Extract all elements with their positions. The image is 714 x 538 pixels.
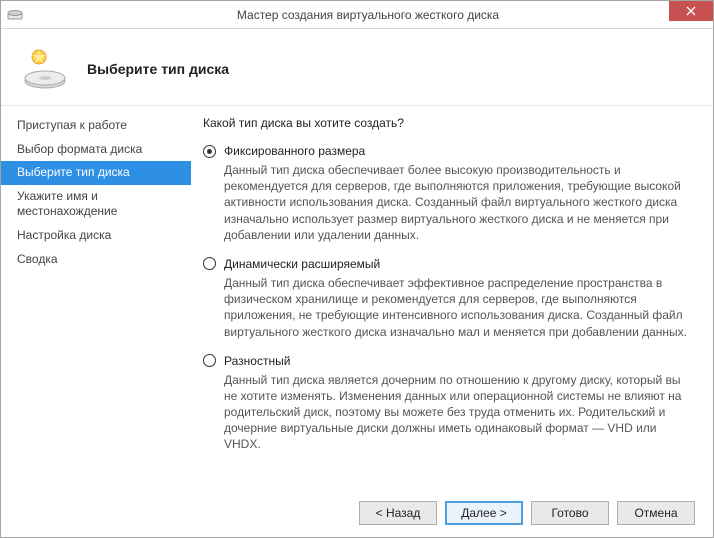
step-disk-type[interactable]: Выберите тип диска (1, 161, 191, 185)
label-differencing: Разностный (224, 354, 290, 368)
step-summary[interactable]: Сводка (1, 248, 191, 272)
label-fixed-size: Фиксированного размера (224, 144, 365, 158)
content-question: Какой тип диска вы хотите создать? (203, 116, 689, 130)
wizard-footer: < Назад Далее > Готово Отмена (1, 489, 713, 537)
step-getting-started[interactable]: Приступая к работе (1, 114, 191, 138)
next-button[interactable]: Далее > (445, 501, 523, 525)
radio-differencing[interactable] (203, 354, 216, 367)
option-fixed-size: Фиксированного размера Данный тип диска … (203, 144, 689, 243)
titlebar-app-icon (7, 7, 23, 23)
wizard-steps-sidebar: Приступая к работе Выбор формата диска В… (1, 106, 191, 489)
wizard-body: Приступая к работе Выбор формата диска В… (1, 106, 713, 489)
cancel-button[interactable]: Отмена (617, 501, 695, 525)
radio-dynamic[interactable] (203, 257, 216, 270)
close-icon (686, 6, 696, 16)
option-dynamic: Динамически расширяемый Данный тип диска… (203, 257, 689, 340)
disk-wizard-icon (21, 45, 69, 93)
titlebar: Мастер создания виртуального жесткого ди… (1, 1, 713, 29)
wizard-page-title: Выберите тип диска (87, 61, 229, 77)
wizard-window: Мастер создания виртуального жесткого ди… (0, 0, 714, 538)
back-button[interactable]: < Назад (359, 501, 437, 525)
desc-fixed-size: Данный тип диска обеспечивает более высо… (224, 162, 689, 243)
option-differencing: Разностный Данный тип диска является доч… (203, 354, 689, 453)
label-dynamic: Динамически расширяемый (224, 257, 380, 271)
desc-differencing: Данный тип диска является дочерним по от… (224, 372, 689, 453)
step-configure-disk[interactable]: Настройка диска (1, 224, 191, 248)
finish-button[interactable]: Готово (531, 501, 609, 525)
step-disk-format[interactable]: Выбор формата диска (1, 138, 191, 162)
radio-fixed-size[interactable] (203, 145, 216, 158)
wizard-header: Выберите тип диска (1, 29, 713, 106)
wizard-content: Какой тип диска вы хотите создать? Фикси… (191, 106, 713, 489)
desc-dynamic: Данный тип диска обеспечивает эффективно… (224, 275, 689, 340)
titlebar-title: Мастер создания виртуального жесткого ди… (23, 8, 713, 22)
option-fixed-head[interactable]: Фиксированного размера (203, 144, 689, 158)
step-name-location[interactable]: Укажите имя и местонахождение (1, 185, 191, 224)
option-differencing-head[interactable]: Разностный (203, 354, 689, 368)
option-dynamic-head[interactable]: Динамически расширяемый (203, 257, 689, 271)
close-button[interactable] (669, 1, 713, 21)
